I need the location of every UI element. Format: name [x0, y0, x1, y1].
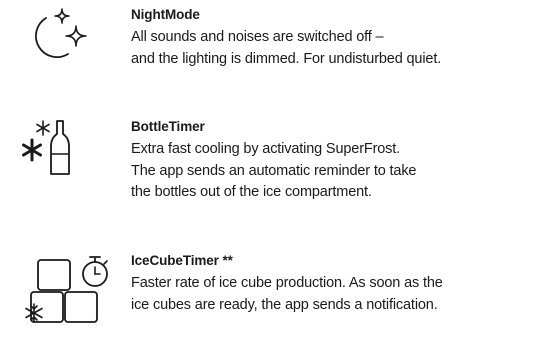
- feature-text: NightMode All sounds and noises are swit…: [131, 6, 541, 70]
- feature-title: BottleTimer: [131, 119, 205, 134]
- feature-description-line: and the lighting is dimmed. For undistur…: [131, 50, 442, 67]
- feature-title: NightMode: [131, 7, 200, 22]
- feature-description-line: ice cubes are ready, the app sends a not…: [131, 296, 438, 313]
- feature-description-line: All sounds and noises are switched off –: [131, 29, 384, 45]
- night-mode-icon: [24, 6, 124, 96]
- feature-text: BottleTimer Extra fast cooling by activa…: [131, 118, 541, 204]
- feature-description-line: the bottles out of the ice compartment.: [131, 184, 372, 200]
- ice-cube-timer-icon: [24, 252, 124, 342]
- bottle-timer-icon: [22, 118, 124, 208]
- feature-text: IceCubeTimer ** Faster rate of ice cube …: [131, 252, 541, 316]
- feature-description-line: The app sends an automatic reminder to t…: [131, 162, 417, 179]
- feature-description-line: Faster rate of ice cube production. As s…: [131, 275, 443, 291]
- feature-description-line: Extra fast cooling by activating SuperFr…: [131, 141, 401, 157]
- feature-title: IceCubeTimer **: [131, 253, 233, 268]
